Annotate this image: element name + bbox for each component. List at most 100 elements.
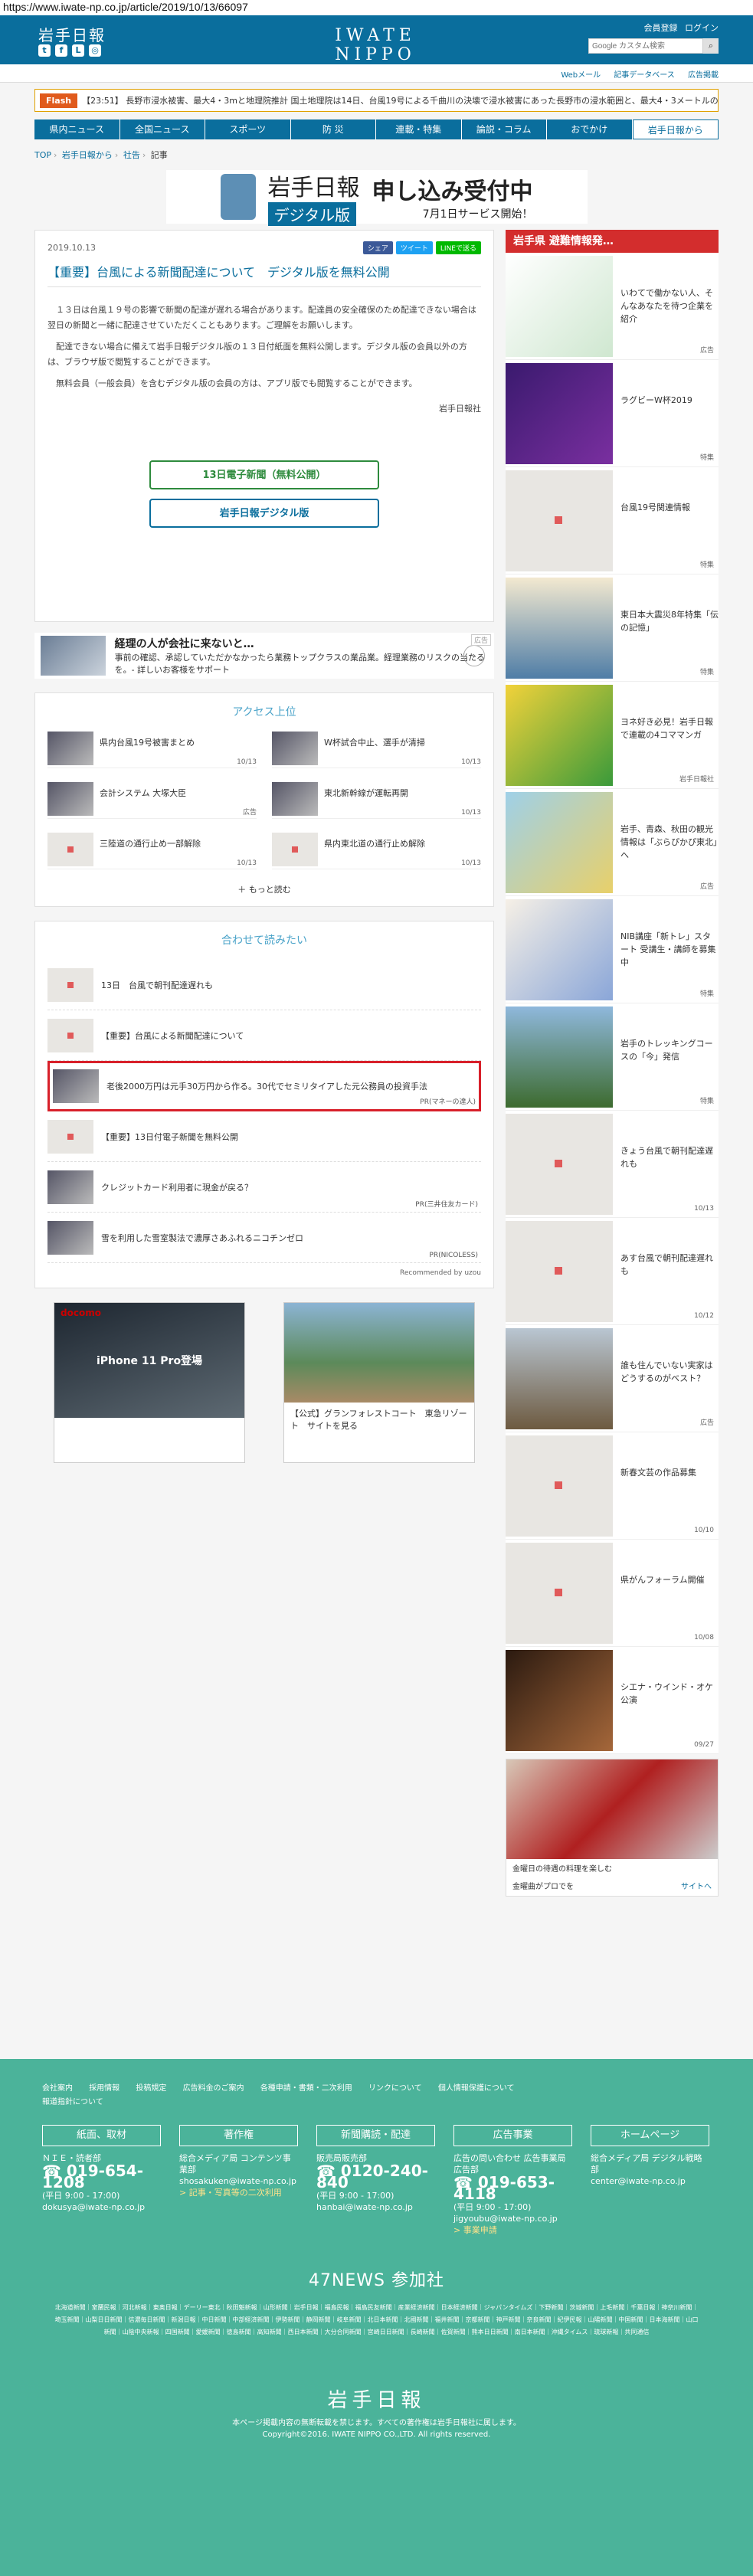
sidebar-item[interactable]: 誰も住んでいない実家はどうするのがベスト？ 広告 <box>506 1325 719 1432</box>
ad-text: 金曜日の待遇の料理を楽しむ <box>512 1865 612 1874</box>
sidebar-item[interactable]: 新春文芸の作品募集 10/10 <box>506 1432 719 1540</box>
flash-news[interactable]: Flash 【23:51】 長野市浸水被害、最大4・3mと地理院推計 国土地理院… <box>34 89 719 112</box>
footer-link[interactable]: 各種申請・書類・二次利用 <box>260 2084 352 2093</box>
nav-item-national[interactable]: 全国ニュース <box>120 119 205 139</box>
related-item[interactable]: クレジットカード利用者に現金が戻る？ PR(三井住友カード) <box>47 1162 481 1213</box>
related-item[interactable]: 【重要】13日付電子新聞を無料公開 <box>47 1111 481 1162</box>
contact-email[interactable]: shosakuken@iwate-np.co.jp <box>179 2175 298 2187</box>
twitter-icon[interactable]: t <box>38 44 51 57</box>
ranking-item[interactable]: 東北新幹線が運転再開 10/13 <box>272 782 481 819</box>
banner-subline: 7月1日サービス開始！ <box>422 208 533 221</box>
center-logo[interactable]: IWATE NIPPO 2019.10.14 月 <box>303 26 448 77</box>
breadcrumb-from-iwate[interactable]: 岩手日報から <box>62 150 113 160</box>
contact-extra-link[interactable]: > 事業申請 <box>453 2224 572 2236</box>
footer-link[interactable]: 報道指針について <box>42 2098 103 2106</box>
contact-email[interactable]: center@iwate-np.co.jp <box>591 2175 709 2187</box>
footer-link[interactable]: 広告料金のご案内 <box>183 2084 244 2093</box>
footer-logo[interactable]: 岩手日報 <box>0 2385 753 2413</box>
instagram-icon[interactable]: ◎ <box>89 44 101 57</box>
register-link[interactable]: 会員登録 <box>644 23 678 33</box>
contact-phone[interactable]: ☎ 019-654-1208 <box>42 2163 161 2190</box>
contact-phone[interactable]: ☎ 0120-240-840 <box>316 2163 435 2190</box>
ranking-item[interactable]: 三陸道の通行止め一部解除 10/13 <box>47 833 257 869</box>
ad-iphone[interactable]: docomo iPhone 11 Pro登場 <box>54 1302 245 1463</box>
contact-box-head: 紙面、取材 <box>42 2125 161 2146</box>
nav-item-disaster[interactable]: 防 災 <box>291 119 376 139</box>
sidebar-item[interactable]: あす台風で朝刊配達遅れも 10/12 <box>506 1218 719 1325</box>
footer-link[interactable]: 採用情報 <box>89 2084 119 2093</box>
footer-link[interactable]: 個人情報保護について <box>438 2084 515 2093</box>
database-link[interactable]: 記事データベース <box>614 71 675 80</box>
sidebar-item[interactable]: いわてで働かない人、そんなあなたを待つ企業を紹介 広告 <box>506 253 719 360</box>
breadcrumb-top[interactable]: TOP <box>34 150 51 160</box>
facebook-icon[interactable]: f <box>55 44 67 57</box>
ad-image <box>506 1759 718 1859</box>
contact-dept: 総合メディア局 コンテンツ事業部 <box>179 2153 291 2175</box>
nav-item-column[interactable]: 論説・コラム <box>462 119 547 139</box>
sidebar-item[interactable]: きょう台風で朝刊配達遅れも 10/13 <box>506 1111 719 1218</box>
line-share-button[interactable]: LINEで送る <box>435 241 481 254</box>
native-ad[interactable]: 経理の人が会社に来ないと… 事前の確認、承認していただかなかったら業務トップクラ… <box>34 633 494 679</box>
contact-email[interactable]: dokusya@iwate-np.co.jp <box>42 2201 161 2213</box>
sidebar-item[interactable]: 岩手のトレッキングコースの「今」発信 特集 <box>506 1003 719 1111</box>
evacuation-info-header[interactable]: 岩手県 避難情報発… <box>506 230 719 253</box>
sidebar-ad[interactable]: 金曜日の待遇の料理を楽しむ 金曜曲がプロでを サイトへ <box>506 1759 719 1897</box>
related-item-title: 13日 台風で朝刊配達遅れも <box>101 980 213 990</box>
sidebar-item[interactable]: 県がんフォーラム開催 10/08 <box>506 1540 719 1647</box>
more-button[interactable]: ＋ もっと読む <box>47 883 481 895</box>
footer-link[interactable]: 会社案内 <box>42 2084 73 2093</box>
ad-resort[interactable]: 【公式】グランフォレストコート 東急リゾート サイトを見る <box>283 1302 475 1463</box>
chevron-right-icon[interactable]: › <box>463 645 485 666</box>
ad-link[interactable]: サイトへ <box>681 1880 712 1891</box>
flash-text[interactable]: 【23:51】 長野市浸水被害、最大4・3mと地理院推計 国土地理院は14日、台… <box>82 94 718 106</box>
search-icon[interactable]: ⌕ <box>703 38 719 54</box>
ranking-item[interactable]: 県内東北道の通行止め解除 10/13 <box>272 833 481 869</box>
tweet-button[interactable]: ツイート <box>395 241 433 254</box>
sidebar-item[interactable]: ラグビーW杯2019 特集 <box>506 360 719 467</box>
digital-edition-button[interactable]: 岩手日報デジタル版 <box>149 499 379 528</box>
footer-link[interactable]: 投稿規定 <box>136 2084 166 2093</box>
47news-members[interactable]: 北海道新聞｜室蘭民報｜河北新報｜東奥日報｜デーリー東北｜秋田魁新報｜山形新聞｜岩… <box>0 2291 753 2339</box>
sidebar-item-title: 誰も住んでいない実家はどうするのがベスト？ <box>620 1360 713 1383</box>
related-item[interactable]: 【重要】台風による新聞配達について <box>47 1010 481 1061</box>
facebook-share-button[interactable]: シェア <box>362 241 393 254</box>
sidebar-item[interactable]: 台風19号関連情報 特集 <box>506 467 719 574</box>
search-input[interactable] <box>588 38 703 54</box>
address-bar[interactable]: https://www.iwate-np.co.jp/article/2019/… <box>0 0 753 15</box>
nav-item-sports[interactable]: スポーツ <box>205 119 291 139</box>
nav-item-features[interactable]: 連載・特集 <box>376 119 462 139</box>
ranking-item[interactable]: W杯試合中止、選手が清掃 10/13 <box>272 732 481 768</box>
contact-extra-link[interactable]: > 記事・写真等の二次利用 <box>179 2187 298 2198</box>
nav-item-local[interactable]: 県内ニュース <box>34 119 120 139</box>
sidebar-item[interactable]: ヨネ好き必見！岩手日報で連載の4コママンガ 岩手日報社 <box>506 682 719 789</box>
thumbnail <box>272 782 318 816</box>
nav-item-outing[interactable]: おでかけ <box>547 119 633 139</box>
breadcrumb-notice[interactable]: 社告 <box>123 150 140 160</box>
recommended-by[interactable]: Recommended by uzou <box>47 1269 481 1277</box>
related-item[interactable]: 13日 台風で朝刊配達遅れも <box>47 960 481 1010</box>
webmail-link[interactable]: Webメール <box>561 71 601 80</box>
nav-item-from-iwate[interactable]: 岩手日報から <box>632 119 719 139</box>
related-item-highlighted[interactable]: 老後2000万円は元手30万円から作る。30代でセミリタイアした元公務員の投資手… <box>47 1061 481 1111</box>
sidebar-item[interactable]: シエナ・ウインド・オケ公演 09/27 <box>506 1647 719 1754</box>
contact-email[interactable]: hanbai@iwate-np.co.jp <box>316 2201 435 2213</box>
site-logo[interactable]: 岩手日報 <box>38 23 106 45</box>
contact-phone[interactable]: ☎ 019-653-4118 <box>453 2175 572 2201</box>
sidebar-item[interactable]: NIB講座「新トレ」スタート 受講生・講師を募集中 特集 <box>506 896 719 1003</box>
line-icon[interactable]: L <box>72 44 84 57</box>
digital-banner[interactable]: 岩手日報 デジタル版 申し込み受付中 7月1日サービス開始！ <box>165 170 588 226</box>
related-item[interactable]: 雪を利用した雪室製法で濃厚さあふれるニコチンゼロ PR(NICOLESS) <box>47 1213 481 1263</box>
ad-link[interactable]: 広告掲載 <box>688 71 719 80</box>
ad-image <box>284 1303 474 1403</box>
free-edition-button[interactable]: 13日電子新聞（無料公開） <box>149 460 379 489</box>
footer-link[interactable]: リンクについて <box>368 2084 422 2093</box>
sidebar-item[interactable]: 岩手、青森、秋田の観光情報は「ぶらぴかぴ東北」へ 広告 <box>506 789 719 896</box>
ranking-item[interactable]: 会計システム 大塚大臣 広告 <box>47 782 257 819</box>
login-link[interactable]: ログイン <box>685 23 719 33</box>
ranking-item[interactable]: 県内台風19号被害まとめ 10/13 <box>47 732 257 768</box>
contact-hours: (平日 9:00 - 17:00) <box>42 2191 120 2201</box>
article-paragraph: １３日は台風１９号の影響で新聞の配達が遅れる場合があります。配達員の安全確保のた… <box>47 305 476 330</box>
plus-icon: ＋ <box>237 885 249 895</box>
contact-email[interactable]: jigyoubu@iwate-np.co.jp <box>453 2213 572 2224</box>
sidebar-item[interactable]: 東日本大震災8年特集「伝の記憶」 特集 <box>506 574 719 682</box>
